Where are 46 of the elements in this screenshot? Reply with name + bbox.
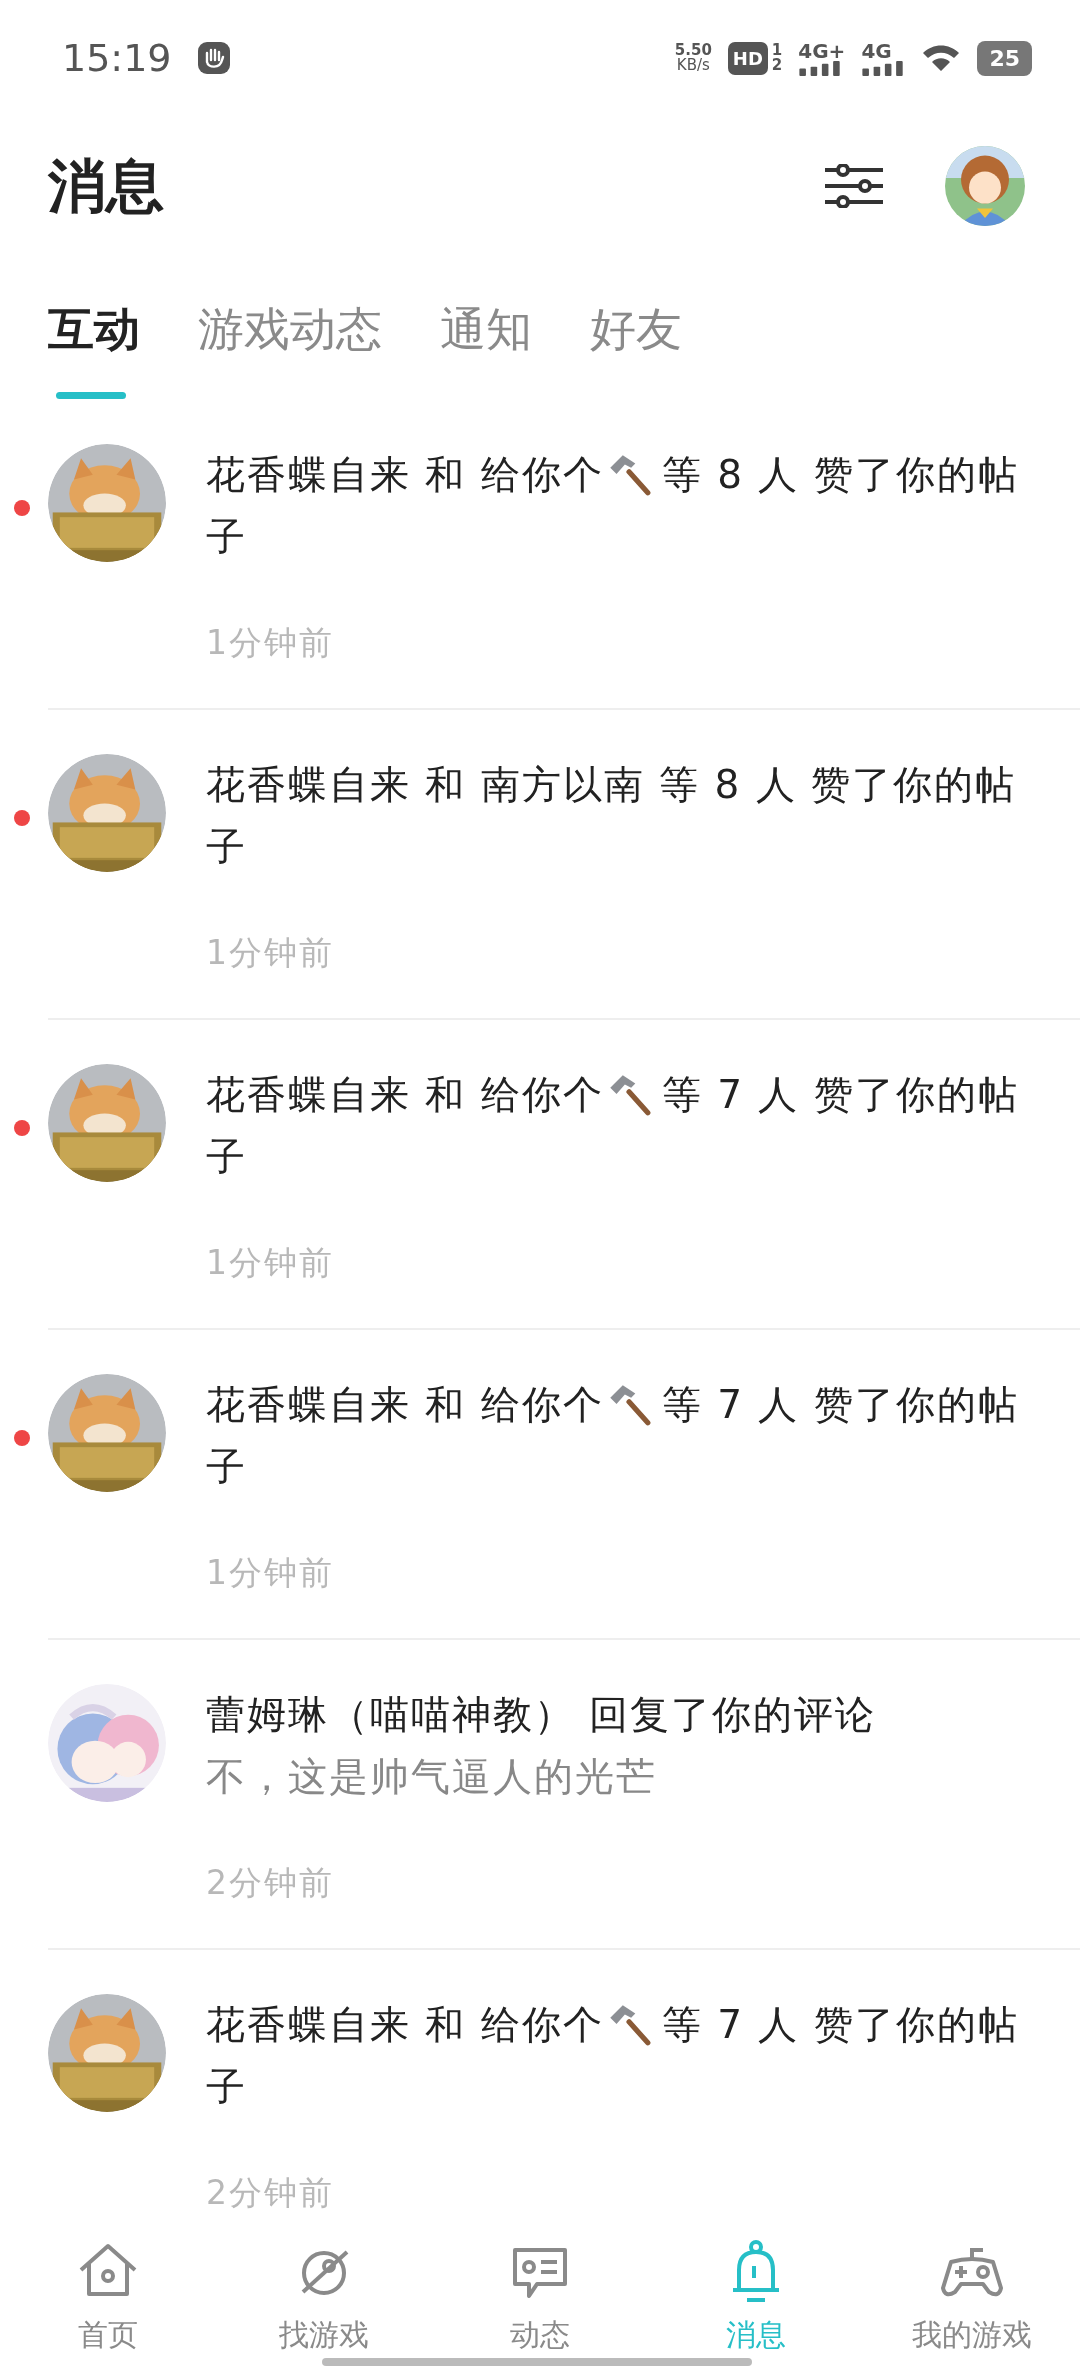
tab[interactable]: 好友 (590, 300, 682, 360)
message-text: 花香蝶自来 和 给你个 (206, 1071, 604, 1119)
wifi-icon (921, 43, 962, 73)
signal-icon (798, 60, 843, 76)
signal-icon (861, 60, 906, 76)
reply-text: 不，这是帅气逼人的光芒 (206, 1753, 658, 1801)
page-title: 消息 (48, 150, 164, 222)
message-text: 子 (206, 514, 247, 559)
network-speed: 5.50 (674, 43, 712, 58)
filter-button[interactable] (823, 164, 885, 208)
message-text: 子 (206, 1444, 247, 1489)
sim-number: 1 (771, 43, 783, 58)
tab[interactable]: 游戏动态 (198, 300, 382, 360)
message-text: 等 7 人 赞了你的帖 (661, 1071, 1019, 1119)
timestamp: 2分钟前 (206, 2172, 335, 2214)
timestamp: 1分钟前 (206, 1552, 335, 1594)
battery-level: 25 (977, 40, 1032, 76)
message-text: 花香蝶自来 和 给你个 (206, 1381, 604, 1429)
hand-icon (195, 40, 232, 76)
timestamp: 1分钟前 (206, 932, 335, 974)
message-text: 子 (206, 2064, 247, 2109)
message-text: 等 7 人 赞了你的帖 (661, 2001, 1019, 2049)
nav-tab[interactable]: 我的游戏 (864, 2228, 1080, 2376)
timestamp: 1分钟前 (206, 622, 335, 664)
nav-tab[interactable]: 找游戏 (216, 2228, 432, 2376)
message-text: 花香蝶自来 和 南方以南 等 8 人 赞了你的帖子 (206, 761, 1018, 871)
hd-indicator: HD (727, 41, 768, 75)
network-type: 4G+ (798, 40, 846, 61)
nav-tab[interactable]: 消息 (648, 2228, 864, 2376)
message-text: 花香蝶自来 和 给你个 (206, 2001, 604, 2049)
message-text: 等 8 人 赞了你的帖 (661, 451, 1019, 499)
tab[interactable]: 互动 (48, 300, 140, 360)
message-text: 子 (206, 1134, 247, 1179)
message-text: 等 7 人 赞了你的帖 (661, 1381, 1019, 1429)
message-text: 花香蝶自来 和 给你个 (206, 451, 604, 499)
message-text: 蕾姆琳（喵喵神教） 回复了你的评论 (206, 1691, 878, 1739)
nav-tab[interactable]: 首页 (0, 2228, 216, 2376)
clock-time: 15:19 (62, 34, 172, 82)
tab[interactable]: 通知 (440, 300, 532, 360)
timestamp: 1分钟前 (206, 1242, 335, 1284)
nav-tab[interactable]: 动态 (432, 2228, 648, 2376)
tab-indicator (56, 392, 126, 399)
timestamp: 2分钟前 (206, 1862, 335, 1904)
network-type: 4G (861, 40, 892, 61)
speed-unit: KB/s (675, 58, 711, 73)
sim-number: 2 (771, 58, 783, 73)
